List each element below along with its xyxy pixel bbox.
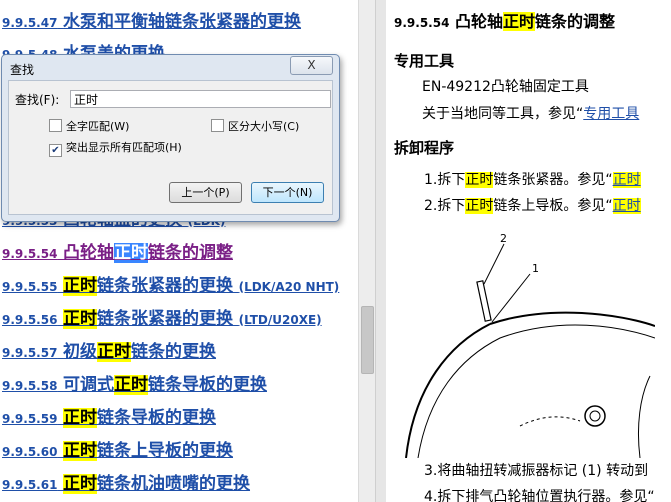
toc-number: 9.9.5.56 <box>2 313 58 327</box>
find-dialog: 查找 X 查找(F): 全字匹配(W) 区分大小写(C) ✔ 突出显示所有匹配项(… <box>1 54 340 222</box>
toc-title-post: 链条导板的更换 <box>97 408 217 428</box>
toc-title-post: 链条的更换 <box>131 342 217 362</box>
special-tools-heading: 专用工具 <box>394 52 455 70</box>
title-pre: 凸轮轴 <box>455 12 504 31</box>
toc-scrollbar[interactable] <box>358 0 375 502</box>
figure-label-2: 2 <box>500 232 507 245</box>
dialog-title: 查找 <box>10 63 35 77</box>
title-post: 链条的调整 <box>535 12 616 31</box>
search-match: 正时 <box>503 12 536 31</box>
page-title: 9.9.5.54 凸轮轴正时链条的调整 <box>394 8 615 32</box>
step-text: 链条张紧器。参见“ <box>493 172 613 188</box>
toc-link-primary-chain[interactable]: 9.9.5.57 初级正时链条的更换 <box>2 337 217 362</box>
checkbox-box <box>211 119 224 132</box>
toc-link-oil-nozzle[interactable]: 9.9.5.61 正时链条机油喷嘴的更换 <box>2 469 251 494</box>
search-match: 正时 <box>63 309 98 329</box>
section-number: 9.9.5.54 <box>394 16 450 30</box>
match-case-checkbox[interactable]: 区分大小写(C) <box>211 118 299 134</box>
damper-edge <box>638 375 651 458</box>
equivalent-tools-text: 关于当地同等工具，参见“ <box>422 106 584 122</box>
document-pane: 9.9.5.54 凸轮轴正时链条的调整 专用工具 EN-49212凸轮轴固定工具… <box>386 0 671 502</box>
search-match: 正时 <box>465 172 494 188</box>
checkmark-icon: ✔ <box>49 144 62 157</box>
gear-outline <box>417 324 655 458</box>
toc-number: 9.9.5.60 <box>2 445 58 459</box>
dialog-body: 查找(F): 全字匹配(W) 区分大小写(C) ✔ 突出显示所有匹配项(H) 上一… <box>8 80 333 215</box>
toc-title-pre: 凸轮轴 <box>63 243 115 263</box>
highlight-all-checkbox[interactable]: ✔ 突出显示所有匹配项(H) <box>49 139 182 157</box>
search-match-link[interactable]: 正时 <box>612 172 641 188</box>
toc-title-pre: 初级 <box>63 342 98 362</box>
search-match: 正时 <box>97 342 132 362</box>
procedure-figure: 2 1 <box>405 232 655 458</box>
toc-title-post: 链条机油喷嘴的更换 <box>97 474 251 494</box>
toc-number: 9.9.5.54 <box>2 247 58 261</box>
equivalent-tools-line: 关于当地同等工具，参见“专用工具 <box>422 103 639 123</box>
toc-link-tensioner-ltd[interactable]: 9.9.5.56 正时链条张紧器的更换 (LTD/U20XE) <box>2 304 322 329</box>
step-text: 2.拆下 <box>424 198 466 214</box>
bolt-hole <box>584 405 606 427</box>
special-tools-link[interactable]: 专用工具 <box>583 106 639 122</box>
damper-detail <box>519 416 581 427</box>
bolt-hole-inner <box>589 410 601 422</box>
tool-line: EN-49212凸轮轴固定工具 <box>422 79 589 95</box>
step-2: 2.拆下正时链条上导板。参见“正时 <box>424 195 641 215</box>
toc-link-tensioner-ldk[interactable]: 9.9.5.55 正时链条张紧器的更换 (LDK/A20 NHT) <box>2 271 340 296</box>
toc-suffix: (LTD/U20XE) <box>238 313 322 327</box>
toc-title: 水泵和平衡轴链条张紧器的更换 <box>63 12 302 32</box>
step-text: 链条上导板。参见“ <box>493 198 613 214</box>
toc-link-adjustable-guide[interactable]: 9.9.5.58 可调式正时链条导板的更换 <box>2 370 268 395</box>
leader-line-2 <box>483 243 505 285</box>
chain-arc <box>489 311 655 327</box>
checkbox-box <box>49 119 62 132</box>
find-previous-button[interactable]: 上一个(P) <box>169 182 242 203</box>
step-1: 1.拆下正时链条张紧器。参见“正时 <box>424 169 641 189</box>
search-match: 正时 <box>63 276 98 296</box>
find-next-button[interactable]: 下一个(N) <box>251 182 324 203</box>
toc-title-post: 链条张紧器的更换 <box>97 309 234 329</box>
whole-word-checkbox[interactable]: 全字匹配(W) <box>49 118 129 134</box>
search-match: 正时 <box>63 474 98 494</box>
find-label: 查找(F): <box>15 93 60 107</box>
toc-title-post: 链条上导板的更换 <box>97 441 234 461</box>
figure-label-1: 1 <box>532 262 539 275</box>
step-4: 4.拆下排气凸轮轴位置执行器。参见“ <box>424 489 655 502</box>
toc-title-post: 链条导板的更换 <box>148 375 268 395</box>
toc-number: 9.9.5.58 <box>2 379 58 393</box>
toc-number: 9.9.5.61 <box>2 478 58 492</box>
search-match: 正时 <box>63 441 98 461</box>
toc-number: 9.9.5.57 <box>2 346 58 360</box>
search-match: 正时 <box>63 408 98 428</box>
step-3: 3.将曲轴扭转减振器标记 (1) 转动到 <box>424 463 649 479</box>
toc-title-post: 链条张紧器的更换 <box>97 276 234 296</box>
toc-number: 9.9.5.47 <box>2 16 58 30</box>
toc-number: 9.9.5.59 <box>2 412 58 426</box>
step-text: 1.拆下 <box>424 172 466 188</box>
checkbox-label: 全字匹配(W) <box>66 120 130 133</box>
search-match-link[interactable]: 正时 <box>612 198 641 214</box>
checkbox-label: 区分大小写(C) <box>228 120 300 133</box>
toc-link-camshaft-timing-adjust[interactable]: 9.9.5.54 凸轮轴正时链条的调整 <box>2 238 234 263</box>
tool-pin <box>476 280 492 322</box>
scrollbar-thumb[interactable] <box>361 306 374 374</box>
search-match-current: 正时 <box>114 243 149 263</box>
close-button[interactable]: X <box>290 56 333 75</box>
toc-title-post: 链条的调整 <box>148 243 234 263</box>
toc-link-upper-guide[interactable]: 9.9.5.60 正时链条上导板的更换 <box>2 436 234 461</box>
toc-link-water-pump-tensioner[interactable]: 9.9.5.47 水泵和平衡轴链条张紧器的更换 <box>2 7 302 32</box>
search-match: 正时 <box>114 375 149 395</box>
toc-number: 9.9.5.55 <box>2 280 58 294</box>
toc-title-pre: 可调式 <box>63 375 115 395</box>
checkbox-label: 突出显示所有匹配项(H) <box>66 141 182 154</box>
toc-link-chain-guide[interactable]: 9.9.5.59 正时链条导板的更换 <box>2 403 217 428</box>
toc-suffix: (LDK/A20 NHT) <box>238 280 340 294</box>
procedure-heading: 拆卸程序 <box>394 139 455 157</box>
find-input[interactable] <box>70 90 331 108</box>
search-match: 正时 <box>465 198 494 214</box>
chain-arc-left <box>405 323 491 458</box>
